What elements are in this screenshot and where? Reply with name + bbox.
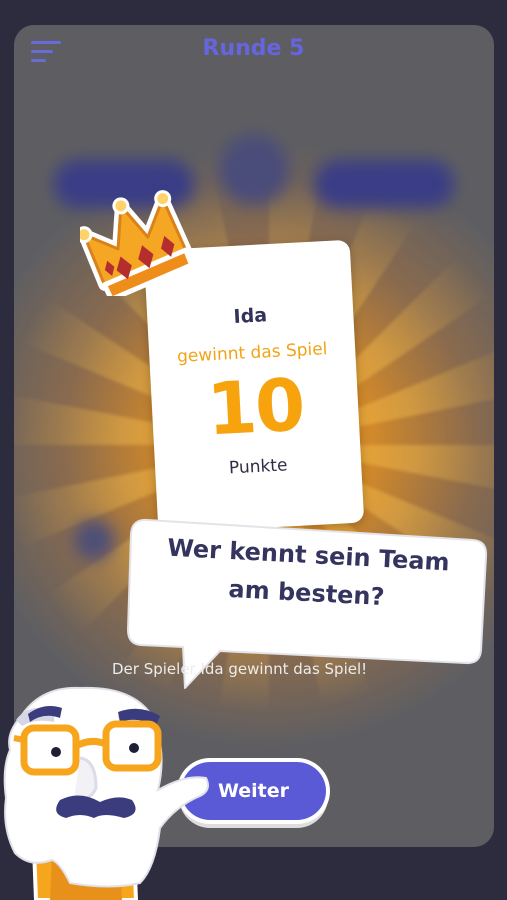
winner-name: Ida xyxy=(233,304,268,328)
blurred-avatar xyxy=(74,520,114,560)
round-title: Runde 5 xyxy=(202,36,305,61)
status-text: Der Spieler Ida gewinnt das Spiel! xyxy=(112,660,368,678)
points-unit: Punkte xyxy=(228,455,288,479)
crown-icon xyxy=(80,190,195,296)
mascot-character xyxy=(3,686,209,900)
points-value: 10 xyxy=(204,362,306,452)
